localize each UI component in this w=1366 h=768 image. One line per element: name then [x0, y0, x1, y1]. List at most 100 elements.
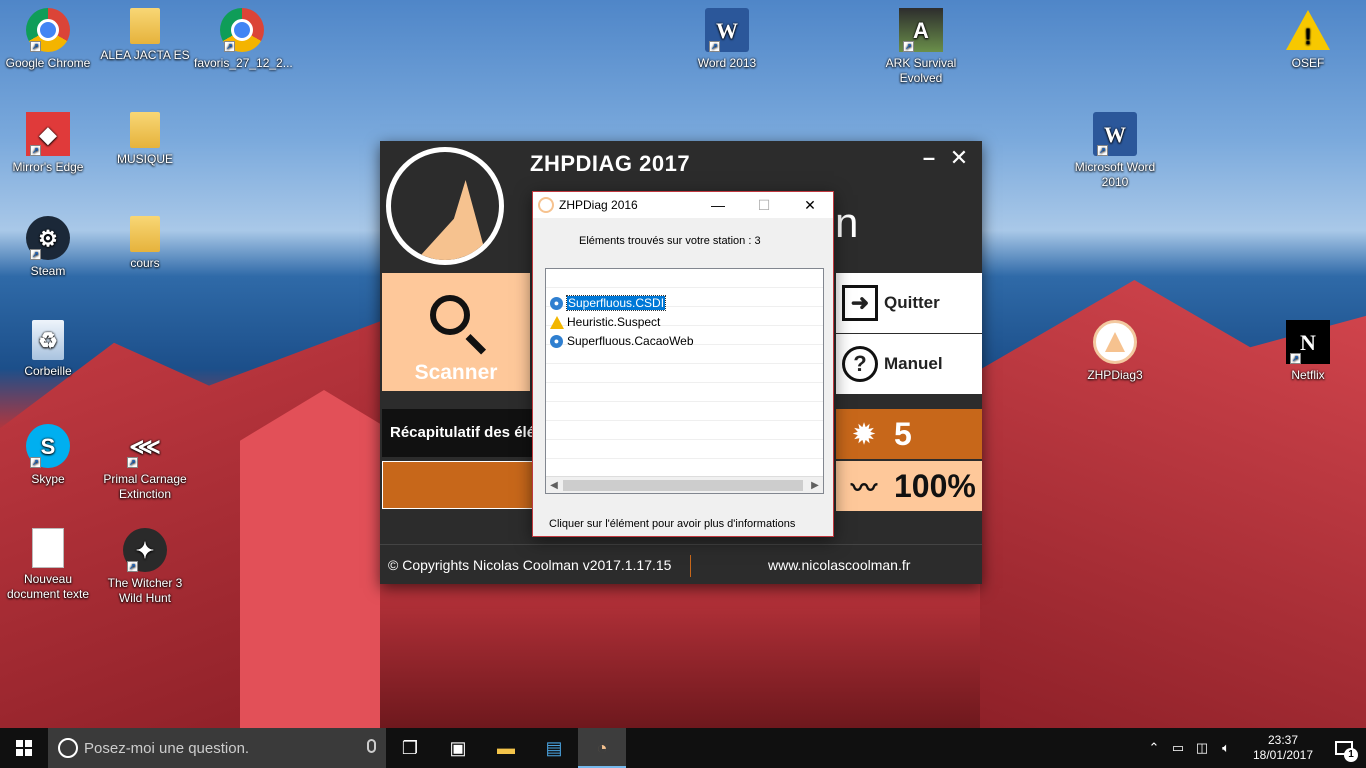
results-dialog: ZHPDiag 2016 — ☐ ✕ Eléments trouvés sur … [532, 191, 834, 537]
footer: © Copyrights Nicolas Coolman v2017.1.17.… [380, 544, 982, 584]
bug-count: 5 [894, 415, 912, 452]
steam-icon: ⚙ ↗ [26, 216, 70, 260]
magnifier-icon [430, 295, 470, 335]
taskbar-app-store[interactable]: ▤ [530, 728, 578, 768]
manual-button[interactable]: ? Manuel [836, 334, 982, 394]
task-view-button[interactable]: ❐ [386, 728, 434, 768]
action-center-button[interactable]: 1 [1322, 728, 1366, 768]
list-row [546, 383, 823, 402]
desktop-icon-favoris[interactable]: ↗ favoris_27_12_2... [194, 8, 293, 71]
desktop-icon-primal-carnage[interactable]: ⋘ ↗ Primal Carnage Extinction [97, 424, 193, 502]
system-tray: ⌃ ▭ ◫ 🔈︎ 23:37 18/01/2017 1 [1142, 728, 1366, 768]
window-title: ZHPDIAG 2017 [530, 151, 691, 176]
list-row [546, 402, 823, 421]
desktop-icon-google-chrome[interactable]: ↗ Google Chrome [0, 8, 96, 71]
list-item[interactable]: ● Superfluous.CSDI [550, 294, 822, 312]
volume-icon[interactable]: 🔈︎ [1214, 740, 1238, 756]
taskbar: Posez-moi une question. ❐ ▣ ▬ ▤ ◔ ⌃ ▭ ◫ … [0, 728, 1366, 768]
desktop-icon-steam[interactable]: ⚙ ↗ Steam [0, 216, 96, 279]
bug-count-panel: ✹ 5 [836, 409, 982, 459]
desktop-icon-zhpdiag3[interactable]: ZHPDiag3 [1067, 320, 1163, 383]
windows-icon [16, 740, 32, 756]
desktop-icon-ark[interactable]: A ↗ ARK Survival Evolved [873, 8, 969, 86]
battery-icon[interactable]: ▭ [1166, 740, 1190, 756]
netflix-icon: N ↗ [1286, 320, 1330, 364]
desktop-icon-alea-jacta-es[interactable]: ALEA JACTA ES [97, 8, 193, 63]
desktop-icon-label: OSEF [1291, 56, 1325, 70]
desktop-icon-label: favoris_27_12_2... [194, 56, 293, 70]
desktop-icon-label: The Witcher 3 Wild Hunt [107, 576, 183, 605]
cortana-icon [58, 738, 78, 758]
desktop-icon-cours[interactable]: cours [97, 216, 193, 271]
desktop-icon-label: Corbeille [24, 364, 72, 378]
zhpdiag-icon: ◔ [596, 737, 608, 758]
desktop-icon-mirrors-edge[interactable]: ◆ ↗ Mirror's Edge [0, 112, 96, 175]
desktop-icon-label: ARK Survival Evolved [885, 56, 957, 85]
folder-icon: ▬ [497, 737, 515, 758]
desktop-icon-label: MUSIQUE [116, 152, 173, 166]
icon-glyph: A [913, 17, 929, 43]
dialog-minimize-button[interactable]: — [695, 197, 741, 213]
word-icon: W ↗ [705, 8, 749, 52]
scrollbar-thumb[interactable] [563, 480, 803, 491]
search-placeholder: Posez-moi une question. [84, 739, 250, 757]
desktop-icon-label: Mirror's Edge [12, 160, 84, 174]
dialog-title: ZHPDiag 2016 [559, 198, 638, 212]
quit-button[interactable]: ➜ Quitter [836, 273, 982, 333]
desktop-icon-witcher3[interactable]: ✦ ↗ The Witcher 3 Wild Hunt [97, 528, 193, 606]
desktop-icon-osef[interactable]: ! OSEF [1260, 8, 1356, 71]
list-row [546, 421, 823, 440]
start-button[interactable] [0, 728, 48, 768]
desktop-icon-netflix[interactable]: N ↗ Netflix [1260, 320, 1356, 383]
clock[interactable]: 23:37 18/01/2017 [1244, 733, 1322, 763]
icon-glyph: ! [1304, 23, 1312, 49]
notification-badge: 1 [1344, 748, 1358, 762]
scroll-left-icon[interactable]: ◀ [546, 478, 562, 493]
dialog-close-button[interactable]: ✕ [787, 197, 833, 214]
desktop-icon-label: Skype [31, 472, 65, 486]
recycle-bin-icon: ♻ [32, 320, 64, 360]
warning-icon: ! [1286, 8, 1330, 52]
taskbar-app-monitor[interactable]: ▣ [434, 728, 482, 768]
desktop-icon-label: cours [130, 256, 160, 270]
help-icon: ? [842, 346, 878, 382]
task-view-icon: ❐ [401, 737, 419, 758]
chevron-up-icon[interactable]: ⌃ [1142, 740, 1166, 756]
word-icon: W ↗ [1093, 112, 1137, 156]
footer-divider [690, 555, 691, 577]
desktop-icon-corbeille[interactable]: ♻ Corbeille [0, 320, 96, 379]
dialog-hint: Cliquer sur l'élément pour avoir plus d'… [549, 518, 796, 530]
clock-date: 18/01/2017 [1252, 748, 1314, 762]
desktop-icon-label: Microsoft Word 2010 [1074, 160, 1156, 189]
list-item[interactable]: ● Superfluous.CacaoWeb [550, 332, 822, 350]
list-row [546, 364, 823, 383]
skype-icon: S ↗ [26, 424, 70, 468]
desktop-icon-word-2010[interactable]: W ↗ Microsoft Word 2010 [1067, 112, 1163, 190]
scan-button-label: Scanner [414, 361, 498, 384]
results-list[interactable]: ● Superfluous.CSDI Heuristic.Suspect ● S… [545, 268, 824, 494]
desktop-icon-skype[interactable]: S ↗ Skype [0, 424, 96, 487]
close-button[interactable]: ✕ [948, 147, 970, 169]
horizontal-scrollbar[interactable]: ◀ ▶ [546, 476, 823, 493]
desktop-icon-nouveau-document[interactable]: Nouveau document texte [0, 528, 96, 602]
desktop-icon-musique[interactable]: MUSIQUE [97, 112, 193, 167]
taskbar-app-zhpdiag[interactable]: ◔ [578, 728, 626, 768]
scan-button[interactable]: Scanner [382, 273, 530, 391]
taskbar-app-explorer[interactable]: ▬ [482, 728, 530, 768]
network-icon[interactable]: ◫ [1190, 740, 1214, 756]
microphone-icon[interactable] [367, 739, 376, 753]
scroll-right-icon[interactable]: ▶ [807, 478, 823, 493]
chrome-icon: ↗ [26, 8, 70, 52]
info-icon: ● [550, 334, 563, 348]
list-item[interactable]: Heuristic.Suspect [550, 313, 822, 331]
mirrors-edge-icon: ◆ ↗ [26, 112, 70, 156]
website-link[interactable]: www.nicolascoolman.fr [768, 557, 910, 573]
minimize-button[interactable]: – [918, 147, 940, 169]
desktop-icon-label: Word 2013 [697, 56, 757, 70]
progress-panel: 〰 100% [836, 461, 982, 511]
manual-button-label: Manuel [884, 354, 943, 373]
search-box[interactable]: Posez-moi une question. [48, 728, 386, 768]
icon-glyph: S [40, 433, 56, 459]
desktop-icon-word-2013[interactable]: W ↗ Word 2013 [679, 8, 775, 71]
folder-icon [130, 112, 160, 148]
